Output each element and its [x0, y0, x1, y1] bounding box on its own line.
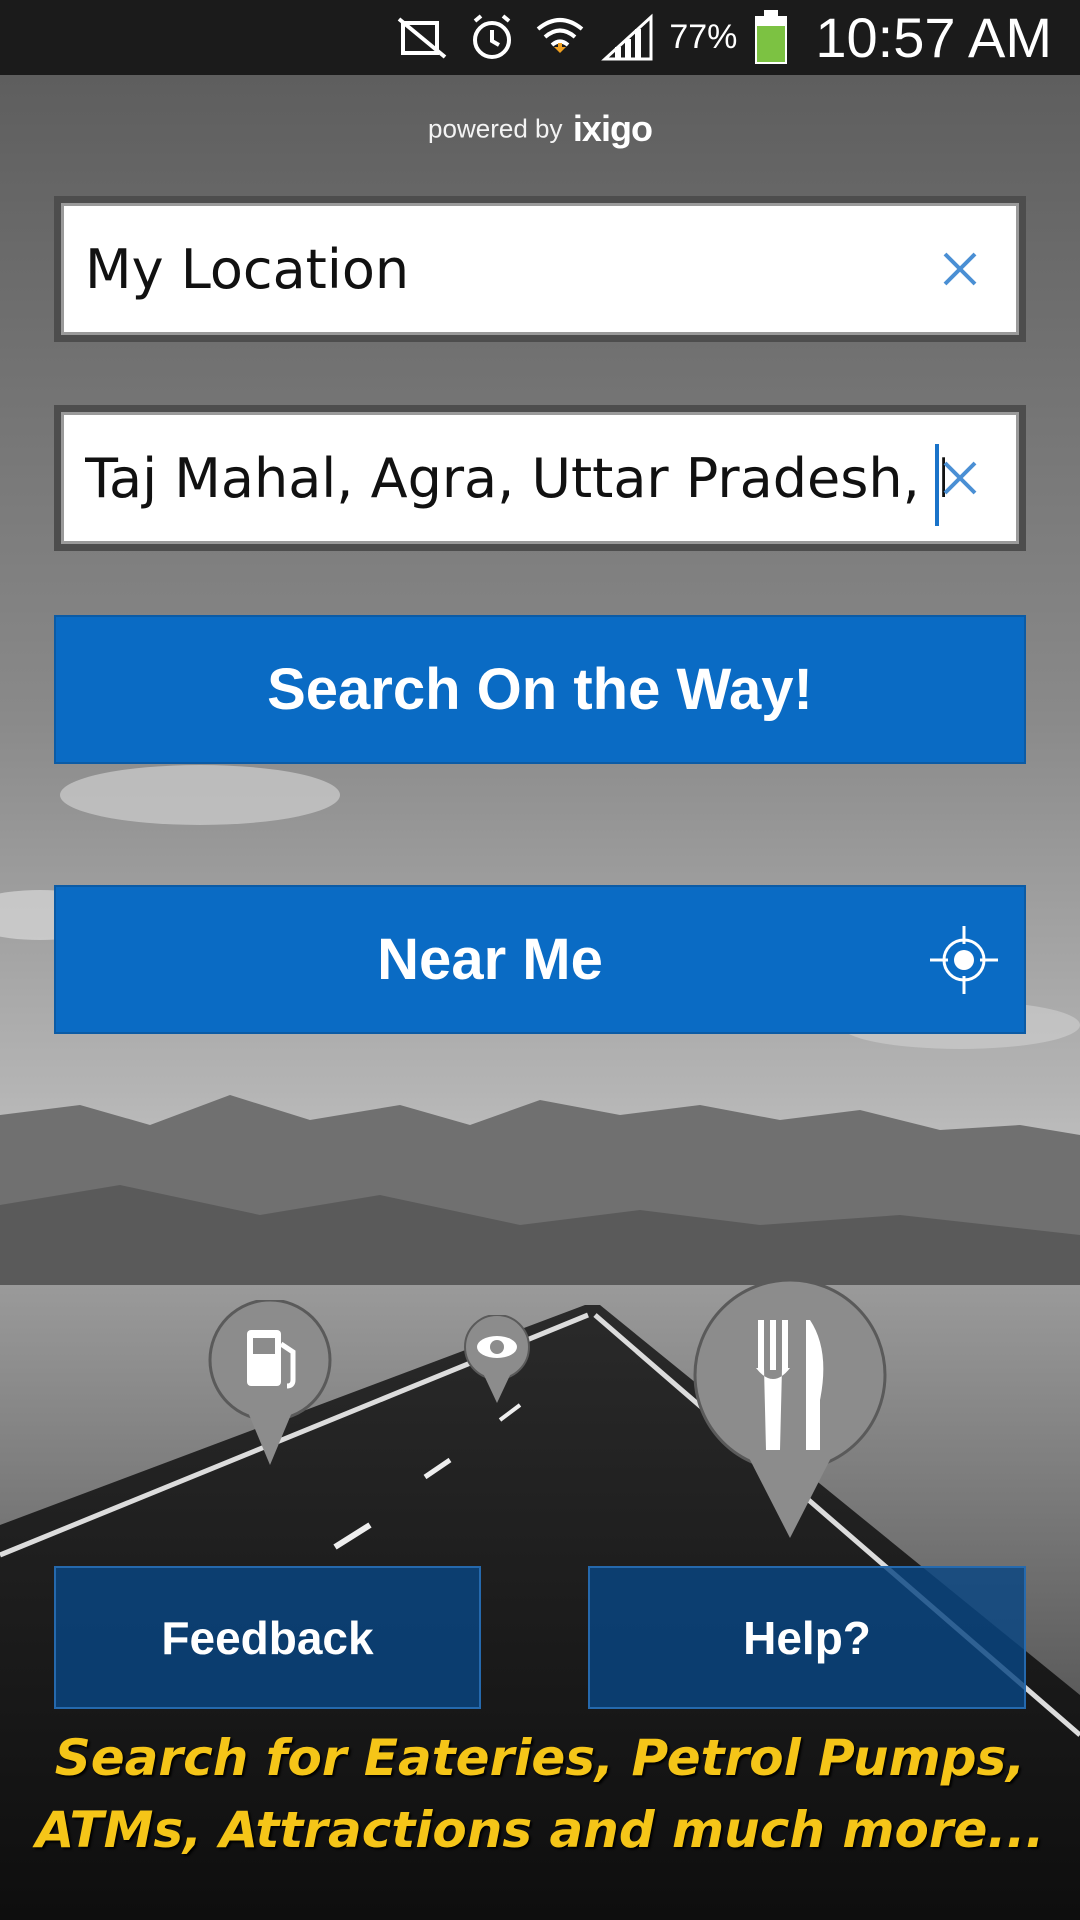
origin-field[interactable]	[54, 196, 1026, 342]
brand-logo: ixigo	[572, 108, 653, 149]
status-bar: 77% 10:57 AM	[0, 0, 1080, 75]
search-on-the-way-button[interactable]: Search On the Way!	[54, 615, 1026, 764]
petrol-pump-pin-icon	[208, 1300, 332, 1465]
near-me-label: Near Me	[377, 927, 603, 992]
feedback-button[interactable]: Feedback	[54, 1566, 481, 1709]
locate-crosshair-icon	[928, 924, 1000, 996]
signal-icon	[601, 11, 655, 65]
help-label: Help?	[743, 1611, 871, 1664]
tagline-line-2: ATMs, Attractions and much more...	[35, 1801, 1045, 1859]
tagline: Search for Eateries, Petrol Pumps, ATMs,…	[0, 1722, 1080, 1866]
attraction-pin-icon	[464, 1315, 530, 1403]
powered-by-logo: powered by ixigo	[0, 108, 1080, 150]
clear-destination-icon[interactable]	[935, 453, 985, 503]
clock: 10:57 AM	[815, 6, 1052, 69]
alarm-icon	[465, 11, 519, 65]
destination-input[interactable]	[61, 412, 945, 544]
battery-icon	[751, 9, 791, 65]
powered-by-text: powered by	[428, 113, 563, 144]
restaurant-pin-icon	[693, 1280, 887, 1538]
battery-percent: 77%	[669, 18, 738, 56]
origin-input[interactable]	[61, 203, 905, 335]
destination-field[interactable]	[54, 405, 1026, 551]
near-me-button[interactable]: Near Me	[54, 885, 1026, 1034]
clear-origin-icon[interactable]	[935, 244, 985, 294]
feedback-label: Feedback	[161, 1611, 374, 1664]
mute-icon	[397, 11, 451, 65]
tagline-line-1: Search for Eateries, Petrol Pumps,	[54, 1729, 1026, 1787]
search-on-the-way-label: Search On the Way!	[267, 657, 813, 722]
wifi-icon	[533, 11, 587, 65]
help-button[interactable]: Help?	[588, 1566, 1026, 1709]
